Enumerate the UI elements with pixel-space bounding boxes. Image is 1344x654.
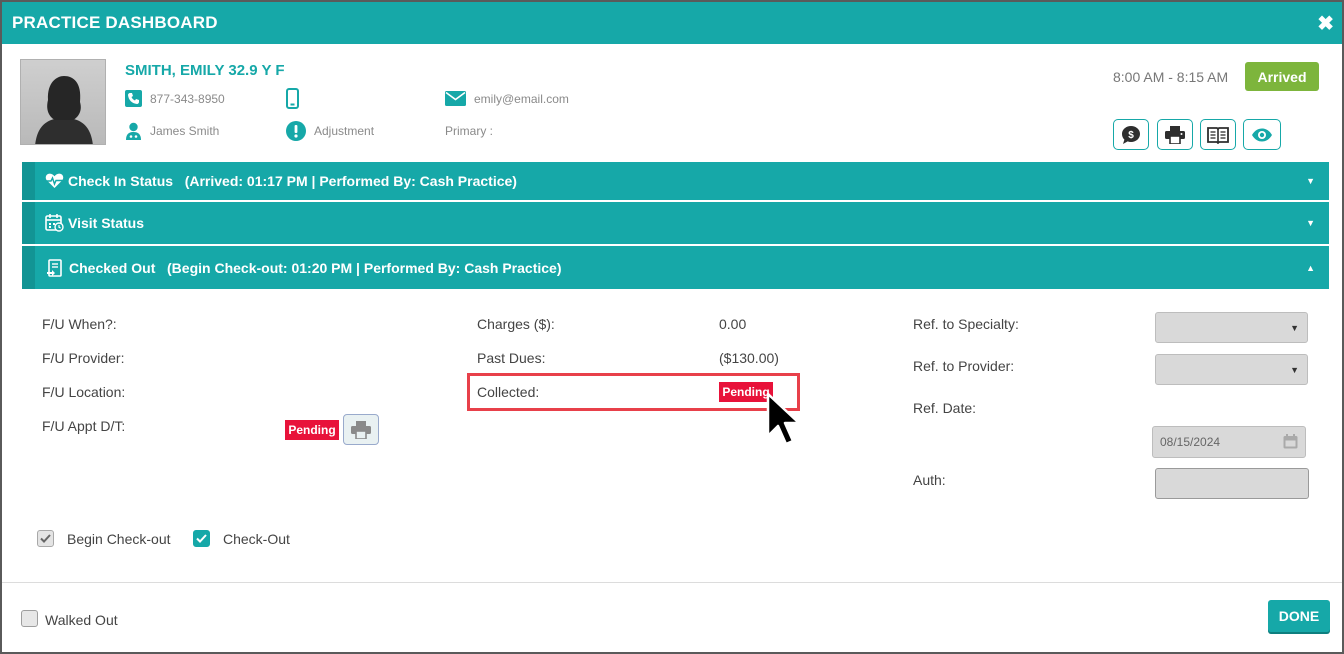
provider-name: James Smith	[150, 124, 220, 138]
appointment-time: 8:00 AM - 8:15 AM	[1113, 69, 1229, 85]
ref-date-value: 08/15/2024	[1160, 435, 1221, 449]
ref-specialty-label: Ref. to Specialty:	[913, 316, 1019, 332]
dollar-chat-icon: $	[1122, 125, 1140, 144]
begin-checkout-label: Begin Check-out	[67, 531, 171, 547]
auth-label: Auth:	[913, 472, 946, 488]
view-button[interactable]	[1243, 119, 1281, 150]
avatar	[20, 59, 106, 145]
email-address: emily@email.com	[474, 91, 569, 106]
checked-out-title: Checked Out (Begin Check-out: 01:20 PM |…	[69, 259, 562, 276]
chevron-down-icon: ▼	[1290, 323, 1299, 333]
expand-caret-icon[interactable]: ▼	[1306, 218, 1315, 228]
walked-out-checkbox[interactable]	[21, 610, 38, 627]
past-dues-value: ($130.00)	[719, 350, 779, 366]
ref-date-label: Ref. Date:	[913, 400, 977, 416]
done-button[interactable]: DONE	[1268, 600, 1330, 632]
collected-label: Collected:	[477, 384, 540, 400]
calendar-clock-icon	[45, 214, 64, 232]
auth-input[interactable]	[1155, 468, 1309, 499]
phone-info: 877-343-8950	[125, 90, 225, 107]
fu-when-label: F/U When?:	[42, 316, 117, 332]
walked-out-label: Walked Out	[45, 612, 118, 628]
fu-provider-label: F/U Provider:	[42, 350, 125, 366]
alert-text: Adjustment	[314, 124, 375, 138]
envelope-icon	[445, 91, 466, 106]
calendar-icon[interactable]	[1283, 434, 1298, 452]
ref-provider-label: Ref. to Provider:	[913, 358, 1015, 374]
fu-appt-label: F/U Appt D/T:	[42, 418, 126, 434]
eye-icon	[1252, 128, 1272, 141]
alert-icon	[286, 121, 306, 141]
book-icon	[1207, 126, 1229, 144]
doctor-icon	[126, 122, 141, 140]
charges-value: 0.00	[719, 316, 747, 332]
patient-name[interactable]: SMITH, EMILY 32.9 Y F	[125, 62, 285, 79]
print-button[interactable]	[1157, 119, 1193, 150]
footer-divider	[2, 582, 1342, 583]
window-title: PRACTICE DASHBOARD	[12, 13, 218, 32]
close-icon[interactable]: ✖	[1317, 11, 1334, 36]
section-check-in-status[interactable]: Check In Status (Arrived: 01:17 PM | Per…	[22, 162, 1329, 200]
mobile-info	[286, 88, 307, 109]
mouse-pointer-icon	[766, 392, 801, 446]
print-icon	[1165, 125, 1185, 144]
phone-icon	[125, 90, 142, 107]
insurance-info: Primary :	[445, 124, 493, 138]
fu-print-button[interactable]	[343, 414, 379, 445]
mobile-phone-icon	[286, 88, 299, 109]
past-dues-label: Past Dues:	[477, 350, 546, 366]
fu-appt-pending-badge[interactable]: Pending	[285, 420, 339, 440]
collapse-caret-icon[interactable]: ▲	[1306, 263, 1315, 273]
fu-location-label: F/U Location:	[42, 384, 126, 400]
print-icon	[351, 420, 371, 439]
email-info: emily@email.com	[445, 91, 569, 106]
insurance-label: Primary :	[445, 124, 493, 138]
checkout-checkbox[interactable]	[193, 530, 210, 547]
visit-status-title: Visit Status	[68, 215, 144, 231]
ref-date-input[interactable]: 08/15/2024	[1152, 426, 1306, 458]
alert-info: Adjustment	[286, 121, 374, 141]
notes-button[interactable]	[1200, 119, 1236, 150]
section-checked-out[interactable]: Checked Out (Begin Check-out: 01:20 PM |…	[22, 246, 1329, 289]
heartbeat-icon	[45, 173, 64, 189]
practice-dashboard-window: PRACTICE DASHBOARD ✖ SMITH, EMILY 32.9 Y…	[0, 0, 1344, 654]
checkout-label: Check-Out	[223, 531, 290, 547]
checkout-document-icon	[47, 258, 63, 277]
check-in-status-title: Check In Status (Arrived: 01:17 PM | Per…	[68, 173, 517, 189]
billing-note-button[interactable]: $	[1113, 119, 1149, 150]
provider-info: James Smith	[125, 122, 219, 140]
svg-text:$: $	[1128, 130, 1134, 141]
collected-pending-badge[interactable]: Pending	[719, 382, 773, 402]
status-badge: Arrived	[1245, 62, 1319, 91]
title-bar: PRACTICE DASHBOARD ✖	[2, 2, 1342, 44]
expand-caret-icon[interactable]: ▼	[1306, 176, 1315, 186]
chevron-down-icon: ▼	[1290, 365, 1299, 375]
section-visit-status[interactable]: Visit Status ▼	[22, 202, 1329, 244]
ref-provider-select[interactable]: ▼	[1155, 354, 1308, 385]
ref-specialty-select[interactable]: ▼	[1155, 312, 1308, 343]
phone-number: 877-343-8950	[150, 91, 225, 106]
charges-label: Charges ($):	[477, 316, 555, 332]
begin-checkout-checkbox[interactable]	[37, 530, 54, 547]
